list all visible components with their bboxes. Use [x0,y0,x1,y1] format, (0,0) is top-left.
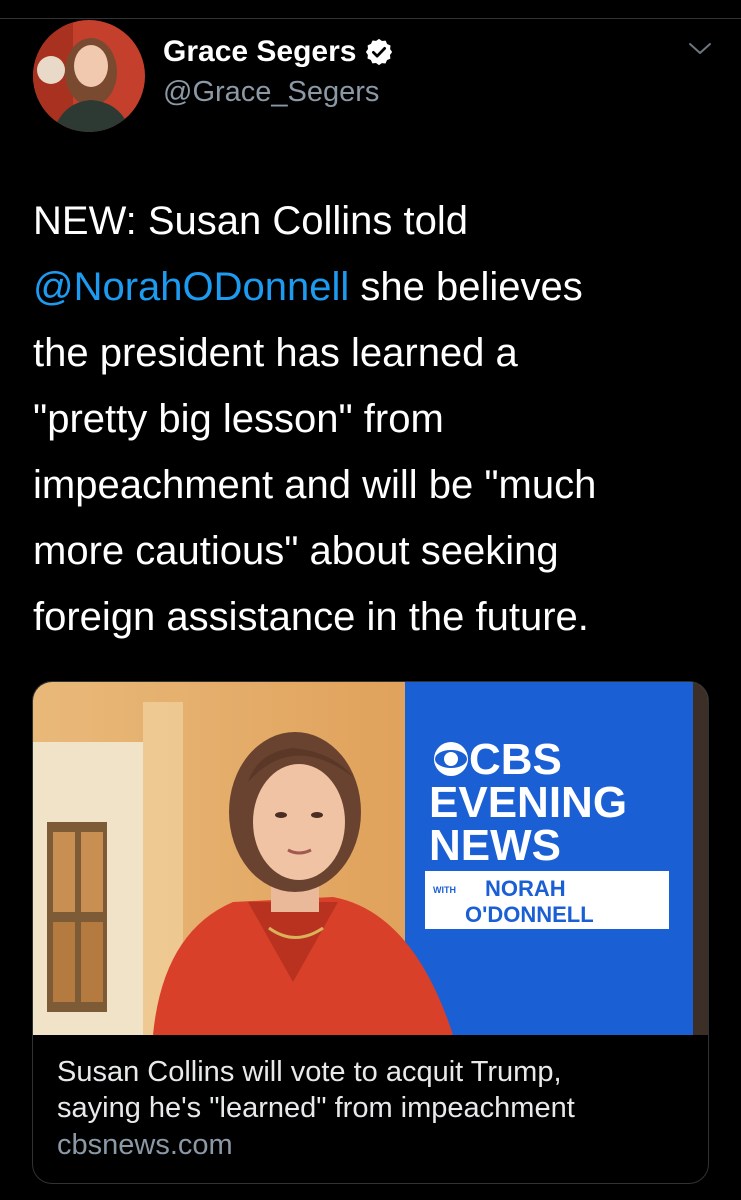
text-segment: NEW: Susan Collins told [33,199,468,243]
link-preview-card[interactable]: CBS EVENING NEWS WITH NORAH O'DONNELL Su… [32,681,709,1184]
text-segment: more cautious" about seeking [33,529,559,573]
card-logo-line2: EVENING [429,778,627,827]
card-logo-anchor-line1: NORAH [485,876,566,901]
text-segment: "pretty big lesson" from [33,397,444,441]
author-avatar[interactable] [33,20,145,132]
chevron-down-icon[interactable] [685,38,715,58]
card-domain: cbsnews.com [57,1129,233,1161]
mention-link[interactable]: @NorahODonnell [33,265,349,309]
card-caption[interactable]: Susan Collins will vote to acquit Trump,… [57,1054,697,1164]
text-segment: impeachment and will be "much [33,463,597,507]
card-logo-with: WITH [433,885,456,895]
text-segment: foreign assistance in the future. [33,595,589,639]
tweet-text-line: NEW: Susan Collins told [33,188,723,254]
author-handle[interactable]: @Grace_Segers [163,76,379,109]
avatar-image [33,20,145,132]
tweet-text: NEW: Susan Collins told @NorahODonnell s… [33,188,723,650]
card-title-line: Susan Collins will vote to acquit Trump, [57,1056,562,1088]
text-segment: the president has learned a [33,331,518,375]
tweet-text-line: more cautious" about seeking [33,518,723,584]
card-title-line: saying he's "learned" from impeachment [57,1092,575,1124]
author-display-name[interactable]: Grace Segers [163,35,356,69]
card-logo-anchor-line2: O'DONNELL [465,902,594,927]
card-image[interactable]: CBS EVENING NEWS WITH NORAH O'DONNELL [33,682,708,1035]
verified-badge-icon [364,37,394,67]
author-name-row: Grace Segers [163,35,394,69]
cbs-eye-icon [434,742,468,776]
text-segment: she believes [349,265,583,309]
tweet-text-line: foreign assistance in the future. [33,584,723,650]
card-logo-line3: NEWS [429,821,561,870]
card-title[interactable]: Susan Collins will vote to acquit Trump,… [57,1054,697,1126]
tweet-text-line: @NorahODonnell she believes [33,254,723,320]
top-divider [0,18,741,19]
tweet-text-line: the president has learned a [33,320,723,386]
card-logo-brand: CBS [469,735,562,784]
tweet-text-line: impeachment and will be "much [33,452,723,518]
tweet-text-line: "pretty big lesson" from [33,386,723,452]
